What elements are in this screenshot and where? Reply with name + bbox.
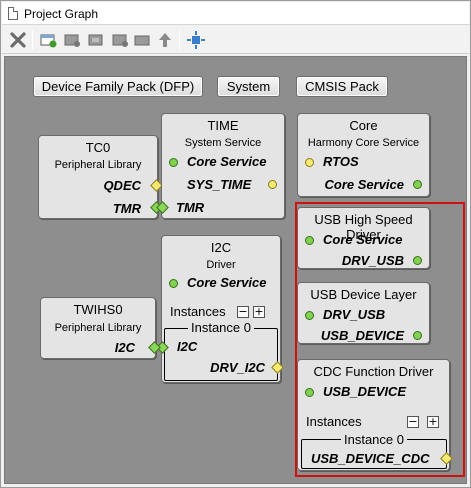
toolbar-separator (32, 30, 33, 50)
port-label-qdec: QDEC (103, 178, 141, 193)
component-icon-3[interactable] (109, 29, 131, 51)
node-subtitle: Peripheral Library (54, 159, 142, 171)
add-component-icon[interactable] (37, 29, 59, 51)
remove-instance-button[interactable]: − (237, 306, 249, 318)
core-service-port-dot[interactable] (413, 180, 422, 189)
tc0-node[interactable]: TC0 Peripheral Library QDEC TMR (38, 135, 163, 219)
system-group-button[interactable]: System (217, 76, 280, 97)
time-node[interactable]: TIME System Service Core Service SYS_TIM… (156, 113, 285, 219)
dfp-group-button[interactable]: Device Family Pack (DFP) (33, 76, 203, 97)
add-instance-button[interactable]: + (253, 306, 265, 318)
move-up-icon[interactable] (154, 29, 176, 51)
port-label-tmr: TMR (176, 200, 205, 215)
instance-title: Instance 0 (188, 320, 254, 335)
port-label-sys-time: SYS_TIME (187, 177, 252, 192)
node-subtitle: Harmony Core Service (307, 137, 420, 149)
cmsis-group-button[interactable]: CMSIS Pack (296, 76, 388, 97)
i2c-instance-0[interactable]: Instance 0 I2C DRV_I2C (164, 320, 284, 381)
instances-label: Instances (170, 304, 226, 319)
project-graph-window: Project Graph Device Family Pack (DFP) S… (0, 0, 471, 488)
twihs0-node[interactable]: TWIHS0 Peripheral Library I2C (40, 297, 161, 359)
close-x-icon[interactable] (7, 29, 29, 51)
sys-time-port-dot[interactable] (268, 180, 277, 189)
node-subtitle: System Service (184, 137, 262, 149)
component-icon-2[interactable] (85, 29, 107, 51)
port-label-i2c: I2C (114, 340, 135, 355)
toolbar (2, 26, 469, 54)
port-label-core-service: Core Service (324, 177, 405, 192)
port-label-i2c: I2C (177, 339, 198, 354)
component-icon-1[interactable] (61, 29, 83, 51)
graph-canvas[interactable]: Device Family Pack (DFP) System CMSIS Pa… (4, 56, 467, 484)
port-label-drv-i2c: DRV_I2C (210, 360, 265, 375)
rtos-port-dot[interactable] (305, 158, 314, 167)
core-node[interactable]: Core Harmony Core Service RTOS Core Serv… (297, 113, 430, 197)
toolbar-separator (179, 30, 180, 50)
port-label-tmr: TMR (112, 201, 141, 216)
core-service-port-dot[interactable] (169, 158, 178, 167)
node-subtitle: Peripheral Library (54, 322, 142, 334)
port-label-core-service: Core Service (187, 154, 267, 169)
node-subtitle: Driver (206, 259, 236, 271)
focus-icon[interactable] (185, 29, 207, 51)
port-label-rtos: RTOS (323, 154, 359, 169)
port-label-core-service: Core Service (187, 275, 267, 290)
window-title: Project Graph (24, 7, 99, 21)
core-service-port-dot[interactable] (169, 279, 178, 288)
document-icon (8, 7, 18, 20)
node-title: TC0 (85, 140, 111, 155)
title-bar: Project Graph (2, 2, 469, 25)
i2c-node[interactable]: I2C Driver Core Service Instances − + In… (156, 235, 284, 383)
node-title: TWIHS0 (73, 302, 123, 317)
node-title: Core (349, 118, 378, 133)
highlight-rectangle (295, 202, 465, 477)
component-icon-4[interactable] (131, 29, 153, 51)
node-title: TIME (207, 118, 239, 133)
node-title: I2C (210, 240, 232, 255)
